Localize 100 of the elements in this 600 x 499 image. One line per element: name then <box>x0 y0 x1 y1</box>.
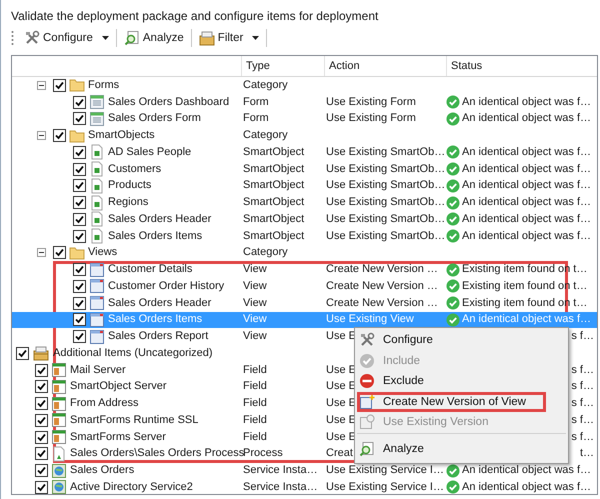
status-text: An identical object was f… <box>462 312 592 328</box>
success-check-icon <box>446 145 460 160</box>
checkbox[interactable] <box>35 464 48 478</box>
document-icon <box>89 228 105 244</box>
menu-item[interactable]: Configure <box>357 330 566 350</box>
item-name: Sales Orders <box>70 463 134 478</box>
success-check-icon <box>446 196 460 210</box>
action-cell-text: Use Existing Form <box>325 112 416 124</box>
checkbox[interactable] <box>73 230 86 243</box>
check-circle-icon <box>359 352 375 369</box>
checkbox[interactable] <box>73 212 86 226</box>
window-clock-icon <box>359 414 375 430</box>
status-text: An identical object was f… <box>462 94 592 110</box>
menu-item[interactable]: Create New Version of View <box>357 392 546 412</box>
status-text: t… <box>580 446 594 462</box>
field-icon <box>51 362 67 378</box>
magnifier-icon <box>359 440 375 456</box>
action-cell-text: Use Existing View <box>325 313 414 326</box>
item-name: Active Directory Service2 <box>70 480 193 494</box>
toolbar-button[interactable]: Filter <box>196 29 262 47</box>
success-check-icon <box>446 95 460 110</box>
type-cell-text: Field <box>242 380 267 392</box>
action-cell-text: Use Existing Service I… <box>325 464 444 476</box>
document-icon <box>89 211 105 228</box>
toolbar-grip[interactable] <box>11 30 14 46</box>
item-name: Sales Orders Dashboard <box>108 94 230 110</box>
checkbox[interactable] <box>35 414 48 427</box>
item-name: Sales Orders Items <box>108 312 202 328</box>
field-icon <box>51 412 67 428</box>
checkbox[interactable] <box>53 246 66 260</box>
success-check-icon <box>446 212 460 226</box>
globe-icon <box>51 462 67 479</box>
checkbox[interactable] <box>35 447 48 460</box>
item-name: Sales Orders Report <box>108 329 208 344</box>
success-check-icon <box>446 312 460 327</box>
checkbox[interactable] <box>35 364 48 377</box>
status-text: An identical object was f… <box>462 463 592 478</box>
type-cell-text: View <box>242 330 267 342</box>
field-icon <box>51 429 67 446</box>
checkbox[interactable] <box>73 196 86 210</box>
action-cell-text: Use Existing Service I… <box>325 480 444 493</box>
success-check-icon <box>446 162 460 176</box>
checkbox[interactable] <box>16 346 29 360</box>
checkbox[interactable] <box>35 397 48 410</box>
document-icon <box>89 161 105 178</box>
column-header[interactable]: Action <box>324 56 446 76</box>
type-cell-text: View <box>242 296 267 309</box>
success-check-icon <box>446 279 460 294</box>
item-name: Products <box>108 178 152 194</box>
checkbox[interactable] <box>73 146 86 159</box>
checkbox[interactable] <box>73 162 86 176</box>
item-name: Customers <box>108 162 162 177</box>
checkbox[interactable] <box>73 112 86 126</box>
checkbox[interactable] <box>73 96 86 109</box>
collapse-toggle[interactable] <box>37 80 46 90</box>
no-entry-icon <box>359 373 375 390</box>
type-cell-text: SmartObject <box>242 196 304 208</box>
checkbox[interactable] <box>73 296 86 310</box>
checkbox[interactable] <box>35 430 48 444</box>
status-text: An identical object was f… <box>462 195 592 210</box>
checkbox[interactable] <box>73 280 86 293</box>
toolbar-button[interactable]: Analyze <box>120 29 187 47</box>
checkbox[interactable] <box>53 129 66 142</box>
caret-icon <box>102 36 109 40</box>
folder-icon <box>69 77 85 94</box>
field-icon <box>51 396 67 412</box>
status-text: An identical object was f… <box>462 228 592 244</box>
type-cell-text: View <box>242 313 267 326</box>
toolbar-button[interactable]: Configure <box>21 29 112 47</box>
action-cell-text: Use Existing SmartOb… <box>325 196 446 208</box>
checkbox[interactable] <box>35 480 48 494</box>
document-icon <box>89 194 105 211</box>
checkbox[interactable] <box>35 380 48 394</box>
action-cell-text: Use Existing SmartOb… <box>325 146 446 158</box>
item-name: Sales Orders Items <box>108 228 202 244</box>
item-name: From Address <box>70 396 138 412</box>
success-check-icon <box>446 178 460 193</box>
checkbox[interactable] <box>73 313 86 326</box>
form-icon <box>89 110 105 127</box>
window-icon <box>89 312 105 328</box>
success-check-icon <box>446 464 460 478</box>
item-name: Customer Details <box>108 262 192 278</box>
column-header[interactable]: Type <box>241 56 324 76</box>
checkbox[interactable] <box>73 179 86 192</box>
action-cell-text: Use Existing SmartOb… <box>325 179 446 192</box>
action-cell-text: Create New Version … <box>325 280 438 292</box>
checkbox[interactable] <box>73 263 86 276</box>
column-header[interactable]: Status <box>446 56 597 76</box>
checkbox[interactable] <box>73 330 86 344</box>
type-cell-text: View <box>242 263 267 276</box>
item-name: Sales Orders\Sales Orders Process <box>70 446 244 462</box>
status-text: An identical object was f… <box>462 178 592 194</box>
menu-item[interactable]: Analyze <box>357 432 566 460</box>
magnifier-icon <box>124 30 140 46</box>
collapse-toggle[interactable] <box>37 248 46 258</box>
page-heading: Validate the deployment package and configure items for deployment <box>11 8 380 25</box>
collapse-toggle[interactable] <box>37 131 46 140</box>
checkbox[interactable] <box>53 78 66 92</box>
type-cell-text: Field <box>242 397 267 410</box>
menu-item[interactable]: Exclude <box>357 371 566 392</box>
